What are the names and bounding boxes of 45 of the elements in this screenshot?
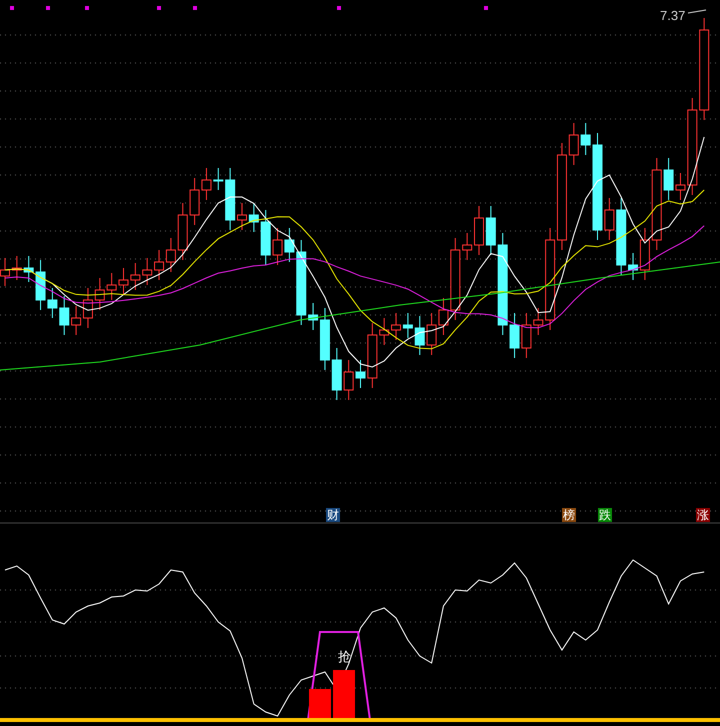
candlestick [568, 122, 579, 166]
candlestick [260, 210, 271, 266]
candlestick [12, 256, 22, 280]
candlestick [533, 308, 544, 336]
candlestick [474, 206, 484, 256]
candlestick [142, 258, 152, 286]
price-label: 7.37 [660, 7, 686, 25]
candlestick [213, 168, 224, 190]
candlestick [604, 198, 614, 240]
candlestick [367, 322, 378, 388]
candlestick [154, 250, 164, 280]
signal-tag: 财 [326, 508, 340, 522]
candlestick [426, 312, 437, 356]
candlestick [118, 268, 128, 296]
candlestick [106, 272, 117, 300]
candlestick [379, 318, 390, 346]
candlestick [178, 202, 188, 260]
candlestick [94, 278, 105, 310]
signal-tag: 榜 [562, 508, 576, 522]
candlestick [130, 262, 140, 290]
candlestick [71, 306, 82, 336]
candlestick [272, 228, 283, 266]
signal-tag: 跌 [598, 508, 612, 522]
candlestick [438, 298, 448, 336]
candlestick [284, 228, 294, 262]
candlestick [462, 232, 472, 260]
candlestick [82, 288, 93, 328]
signal-tag: 涨 [696, 508, 710, 522]
candlestick [580, 122, 591, 156]
candlestick [344, 360, 354, 400]
candlestick [237, 202, 247, 230]
candlestick [59, 296, 70, 336]
candlestick [510, 312, 520, 358]
candlestick [356, 360, 366, 388]
candlestick [332, 348, 342, 400]
candlestick [521, 312, 532, 358]
candlestick [414, 316, 425, 356]
candlestick [225, 168, 236, 230]
signal-marker: 抢 [338, 650, 351, 664]
candlestick [166, 238, 176, 272]
candlestick [486, 206, 496, 256]
candlestick [248, 202, 259, 232]
candlestick [391, 312, 402, 340]
candlestick [24, 256, 34, 282]
candlestick [402, 312, 413, 338]
